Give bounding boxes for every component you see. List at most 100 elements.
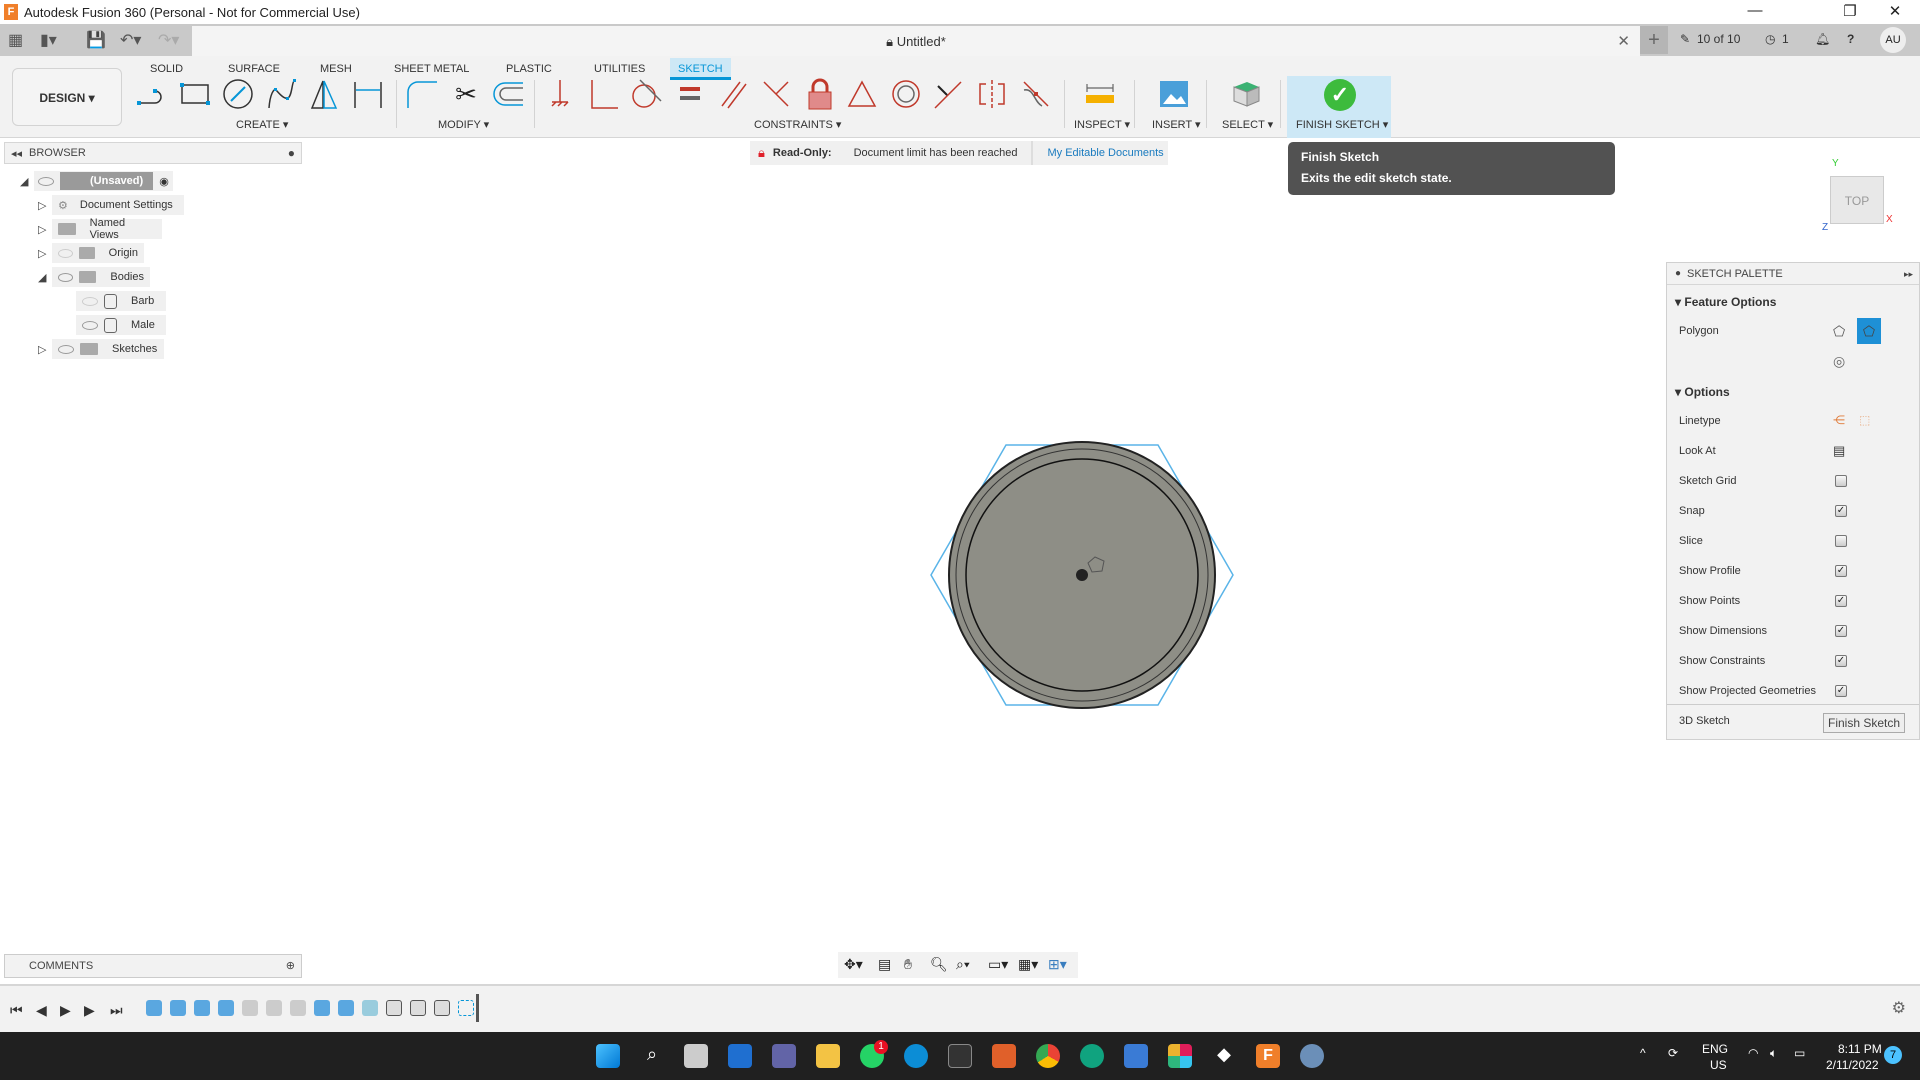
- job-count[interactable]: 1: [1782, 32, 1789, 46]
- pan-hand-icon[interactable]: ✋︎: [904, 956, 912, 973]
- tree-item-sketches[interactable]: ▷ Sketches: [38, 339, 164, 359]
- document-count-icon[interactable]: ✎: [1680, 32, 1690, 46]
- workspace-switcher[interactable]: DESIGN ▾: [12, 68, 122, 126]
- insert-menu[interactable]: INSERT ▾: [1152, 118, 1201, 131]
- redo-icon[interactable]: ↷▾: [158, 30, 179, 50]
- orbit-icon[interactable]: ✥▾: [844, 956, 863, 973]
- close-tab-icon[interactable]: ✕: [1617, 32, 1630, 50]
- undo-icon[interactable]: ↶▾: [120, 30, 141, 50]
- show-constraints-checkbox[interactable]: ✓: [1835, 655, 1847, 667]
- show-dimensions-checkbox[interactable]: ✓: [1835, 625, 1847, 637]
- inscribed-polygon-icon[interactable]: ⬠: [1833, 323, 1845, 340]
- tree-item-origin[interactable]: ▷ Origin: [38, 243, 144, 263]
- 3d-app-icon[interactable]: [1124, 1044, 1148, 1068]
- look-at-icon[interactable]: ▤: [1833, 443, 1845, 459]
- collapse-browser-icon[interactable]: ◂◂: [11, 147, 22, 160]
- select-tool-icon[interactable]: [1228, 78, 1264, 110]
- triangle-constraint-icon[interactable]: [844, 78, 880, 110]
- line-tool-icon[interactable]: [134, 78, 170, 110]
- tangent-constraint-icon[interactable]: [628, 78, 664, 110]
- timeline-feature-extrude[interactable]: [338, 1000, 354, 1016]
- expand-icon[interactable]: ◢: [20, 175, 34, 188]
- slack-icon[interactable]: [1168, 1044, 1192, 1068]
- volume-icon[interactable]: 🔈︎: [1770, 1046, 1777, 1061]
- center-point[interactable]: [1076, 569, 1088, 581]
- save-icon[interactable]: 💾: [86, 30, 106, 50]
- select-menu[interactable]: SELECT ▾: [1222, 118, 1273, 131]
- timeline-feature-chamfer[interactable]: [242, 1000, 258, 1016]
- battery-icon[interactable]: ▭: [1794, 1046, 1805, 1060]
- parallel-constraint-icon[interactable]: [716, 78, 752, 110]
- add-comment-icon[interactable]: ⊕: [286, 955, 295, 977]
- go-to-start-icon[interactable]: ⏮: [10, 1002, 23, 1019]
- viewports-icon[interactable]: ⊞▾: [1048, 956, 1067, 973]
- mirror-tool-icon[interactable]: [306, 78, 342, 110]
- teams-chat-icon[interactable]: [772, 1044, 796, 1068]
- document-count[interactable]: 10 of 10: [1697, 32, 1740, 46]
- expand-icon[interactable]: ▷: [38, 343, 52, 356]
- expand-icon[interactable]: ▷: [38, 247, 52, 260]
- fillet-tool-icon[interactable]: [404, 78, 440, 110]
- chatgpt-icon[interactable]: [1080, 1044, 1104, 1068]
- lock-constraint-icon[interactable]: [802, 78, 838, 110]
- measure-tool-icon[interactable]: [1082, 78, 1118, 110]
- palette-collapse-icon[interactable]: ▸▸: [1904, 263, 1913, 285]
- display-settings-icon[interactable]: ▭▾: [988, 956, 1008, 973]
- terminal-icon[interactable]: [948, 1044, 972, 1068]
- close-button[interactable]: ✕: [1875, 2, 1915, 20]
- go-to-end-icon[interactable]: ⏭: [110, 1002, 123, 1019]
- help-icon[interactable]: ?: [1847, 32, 1854, 46]
- slice-checkbox[interactable]: [1835, 535, 1847, 547]
- midpoint-constraint-icon[interactable]: [930, 78, 966, 110]
- show-projected-geometries-checkbox[interactable]: ✓: [1835, 685, 1847, 697]
- modify-menu[interactable]: MODIFY ▾: [438, 118, 489, 131]
- constraints-menu[interactable]: CONSTRAINTS ▾: [754, 118, 841, 131]
- inspect-menu[interactable]: INSPECT ▾: [1074, 118, 1130, 131]
- file-explorer-icon[interactable]: [816, 1044, 840, 1068]
- inkscape-icon[interactable]: ◆: [1212, 1044, 1236, 1068]
- options-heading[interactable]: ▾ Options: [1675, 385, 1730, 399]
- hidden-eye-icon[interactable]: [58, 248, 73, 258]
- timeline-settings-gear-icon[interactable]: ⚙: [1892, 998, 1906, 1018]
- chrome-icon[interactable]: [1036, 1044, 1060, 1068]
- tree-item-document-settings[interactable]: ▷ ⚙ Document Settings: [38, 195, 184, 215]
- language-line2[interactable]: US: [1710, 1058, 1727, 1072]
- search-icon[interactable]: ⌕: [640, 1044, 664, 1068]
- minimize-button[interactable]: —: [1735, 2, 1775, 19]
- look-at-icon[interactable]: ▤: [878, 956, 891, 973]
- edge-browser-icon[interactable]: [904, 1044, 928, 1068]
- zoom-icon[interactable]: 🔍︎: [930, 956, 948, 973]
- settings-icon[interactable]: [1300, 1044, 1324, 1068]
- trim-tool-icon[interactable]: ✂: [448, 78, 484, 110]
- symmetry-constraint-icon[interactable]: [974, 78, 1010, 110]
- notifications-icon[interactable]: 🔔︎: [1815, 32, 1830, 46]
- palette-minimize-icon[interactable]: ●: [1675, 263, 1681, 285]
- visibility-icon[interactable]: [38, 176, 54, 186]
- sketch-palette-header[interactable]: ● SKETCH PALETTE ▸▸: [1667, 263, 1919, 285]
- snap-checkbox[interactable]: ✓: [1835, 505, 1847, 517]
- fit-window-icon[interactable]: ⌕▾: [956, 956, 970, 973]
- my-editable-documents-link[interactable]: My Editable Documents: [1047, 147, 1163, 159]
- concentric-constraint-icon[interactable]: [888, 78, 924, 110]
- centerline-linetype-icon[interactable]: ⬚: [1859, 413, 1870, 427]
- timeline-feature-chamfer[interactable]: [266, 1000, 282, 1016]
- sketch-canvas[interactable]: [920, 435, 1240, 715]
- timeline-feature-extrude[interactable]: [170, 1000, 186, 1016]
- data-panel-grid-icon[interactable]: ▦: [8, 30, 23, 50]
- tree-item-named-views[interactable]: ▷ Named Views: [38, 217, 162, 241]
- fusion-360-taskbar-icon[interactable]: F: [1256, 1044, 1280, 1068]
- timeline-feature-chamfer[interactable]: [290, 1000, 306, 1016]
- timeline-feature-press-pull[interactable]: [218, 1000, 234, 1016]
- timeline-feature-press-pull[interactable]: [194, 1000, 210, 1016]
- wifi-icon[interactable]: ◠: [1748, 1046, 1758, 1060]
- timeline-feature-fillet[interactable]: [434, 1000, 450, 1016]
- timeline-marker[interactable]: [476, 994, 479, 1022]
- comments-panel[interactable]: COMMENTS ⊕: [4, 954, 302, 978]
- app-icon[interactable]: [992, 1044, 1016, 1068]
- show-profile-checkbox[interactable]: ✓: [1835, 565, 1847, 577]
- user-avatar[interactable]: AU: [1880, 27, 1906, 53]
- clock-date[interactable]: 2/11/2022: [1826, 1058, 1879, 1072]
- timeline-feature-extrude[interactable]: [146, 1000, 162, 1016]
- grid-settings-icon[interactable]: ▦▾: [1018, 956, 1038, 973]
- new-tab-button[interactable]: +: [1640, 26, 1668, 54]
